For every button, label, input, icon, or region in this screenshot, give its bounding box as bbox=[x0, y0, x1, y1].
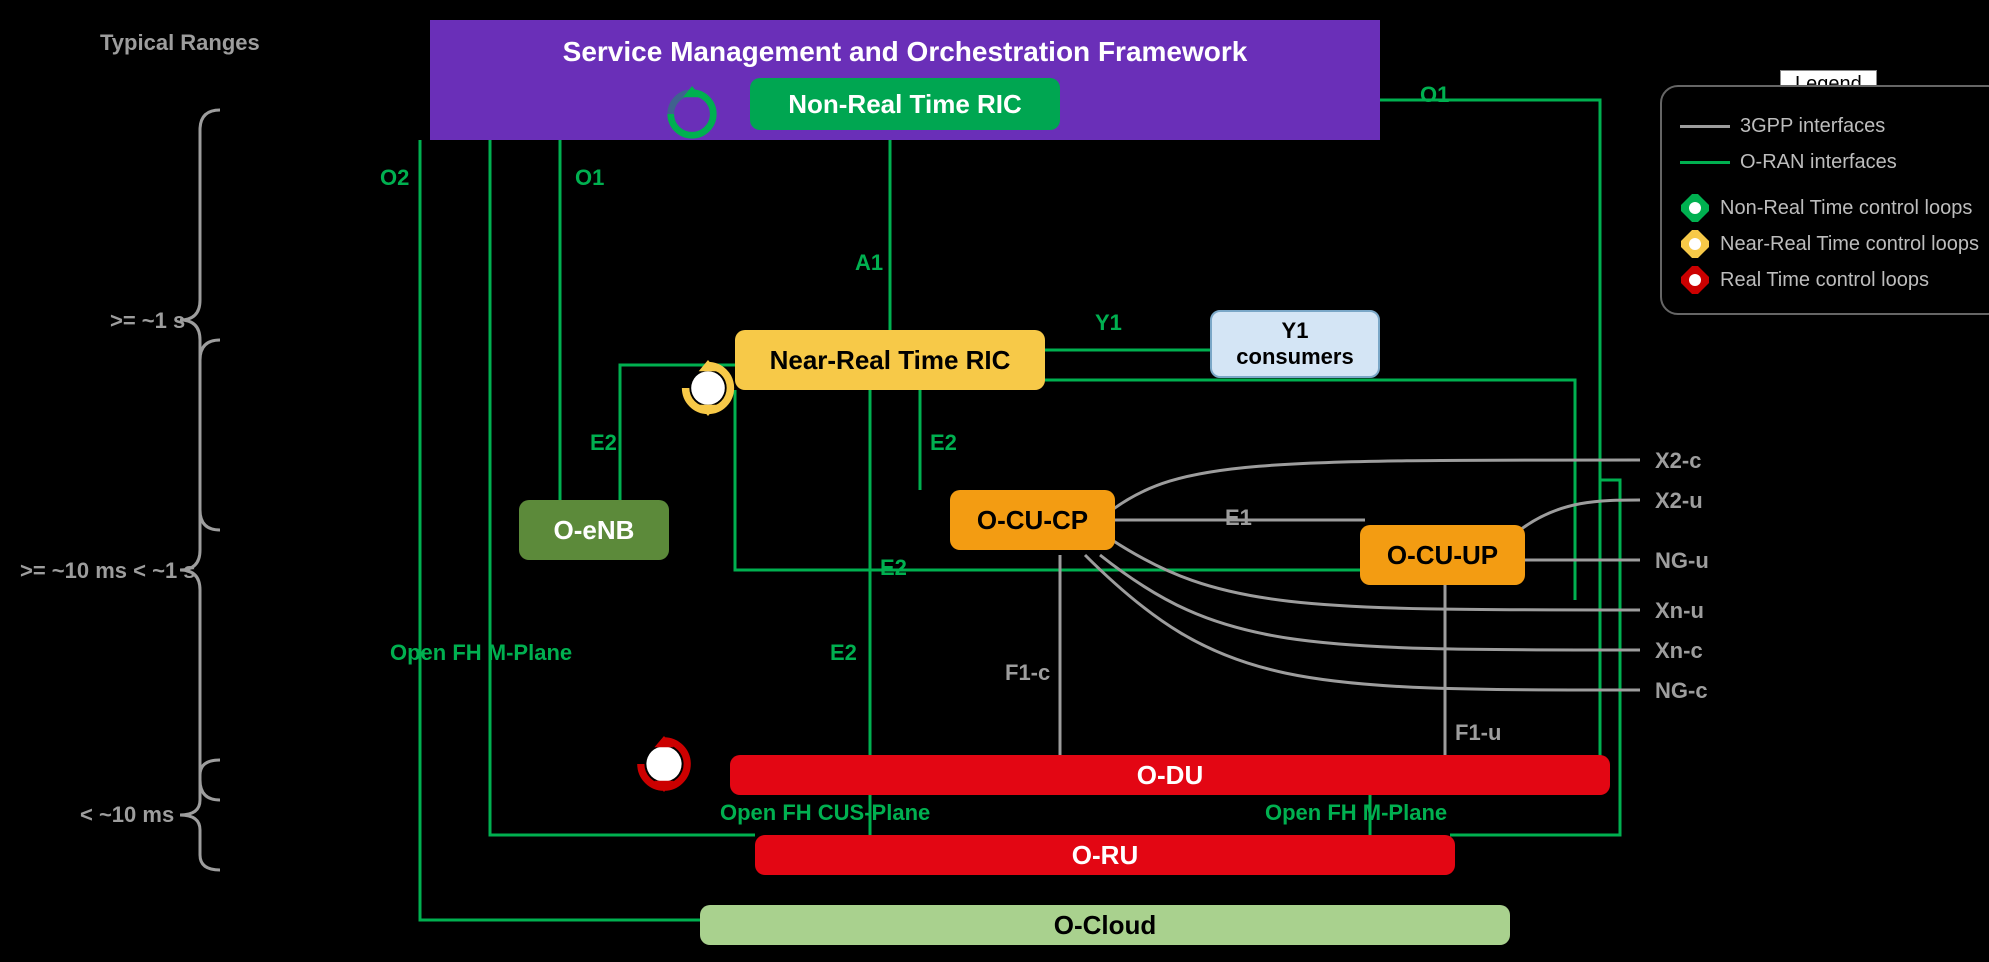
typical-ranges-header: Typical Ranges bbox=[100, 30, 260, 56]
diagram-stage: Service Management and Orchestration Fra… bbox=[0, 0, 1989, 962]
rt-loop-icon bbox=[636, 736, 692, 792]
legend-rt-loop: Real Time control loops bbox=[1680, 265, 1980, 295]
smo-framework: Service Management and Orchestration Fra… bbox=[430, 20, 1380, 140]
o-enb: O-eNB bbox=[519, 500, 669, 560]
range-1: >= ~1 s bbox=[110, 308, 185, 334]
o-cu-cp: O-CU-CP bbox=[950, 490, 1115, 550]
edge-open-fh-m-right: Open FH M-Plane bbox=[1265, 800, 1447, 826]
edge-e2-b: E2 bbox=[930, 430, 957, 456]
o-cloud: O-Cloud bbox=[700, 905, 1510, 945]
edge-open-fh-cus: Open FH CUS-Plane bbox=[720, 800, 930, 826]
non-rt-ric: Non-Real Time RIC bbox=[750, 78, 1060, 130]
edge-o2: O2 bbox=[380, 165, 409, 191]
o-cu-up: O-CU-UP bbox=[1360, 525, 1525, 585]
edge-o1-right: O1 bbox=[1420, 82, 1449, 108]
edge-a1: A1 bbox=[855, 250, 883, 276]
edge-o1-left: O1 bbox=[575, 165, 604, 191]
edge-x2u: X2-u bbox=[1655, 488, 1703, 514]
edge-e2-d: E2 bbox=[830, 640, 857, 666]
legend-nearrt-loop: Near-Real Time control loops bbox=[1680, 229, 1980, 259]
edge-x2c: X2-c bbox=[1655, 448, 1701, 474]
legend: 3GPP interfaces O-RAN interfaces Non-Rea… bbox=[1660, 85, 1989, 315]
y1-consumers: Y1 consumers bbox=[1210, 310, 1380, 378]
o-ru: O-RU bbox=[755, 835, 1455, 875]
edge-ngc: NG-c bbox=[1655, 678, 1708, 704]
o-du: O-DU bbox=[730, 755, 1610, 795]
legend-nonrt-loop: Non-Real Time control loops bbox=[1680, 193, 1980, 223]
near-rt-loop-icon bbox=[680, 360, 736, 416]
legend-3gpp: 3GPP interfaces bbox=[1680, 111, 1980, 141]
edge-e1: E1 bbox=[1225, 505, 1252, 531]
edge-open-fh-m-left: Open FH M-Plane bbox=[390, 640, 572, 666]
edge-e2-c: E2 bbox=[880, 555, 907, 581]
non-rt-loop-icon bbox=[664, 86, 720, 142]
edge-ngu: NG-u bbox=[1655, 548, 1709, 574]
edge-f1c: F1-c bbox=[1005, 660, 1050, 686]
legend-oran: O-RAN interfaces bbox=[1680, 147, 1980, 177]
range-2: >= ~10 ms < ~1 s bbox=[20, 558, 196, 584]
near-rt-ric: Near-Real Time RIC bbox=[735, 330, 1045, 390]
edge-f1u: F1-u bbox=[1455, 720, 1501, 746]
smo-title: Service Management and Orchestration Fra… bbox=[563, 36, 1248, 68]
edge-e2-a: E2 bbox=[590, 430, 617, 456]
edge-y1: Y1 bbox=[1095, 310, 1122, 336]
edge-xnu: Xn-u bbox=[1655, 598, 1704, 624]
range-3: < ~10 ms bbox=[80, 802, 174, 828]
edge-xnc: Xn-c bbox=[1655, 638, 1703, 664]
